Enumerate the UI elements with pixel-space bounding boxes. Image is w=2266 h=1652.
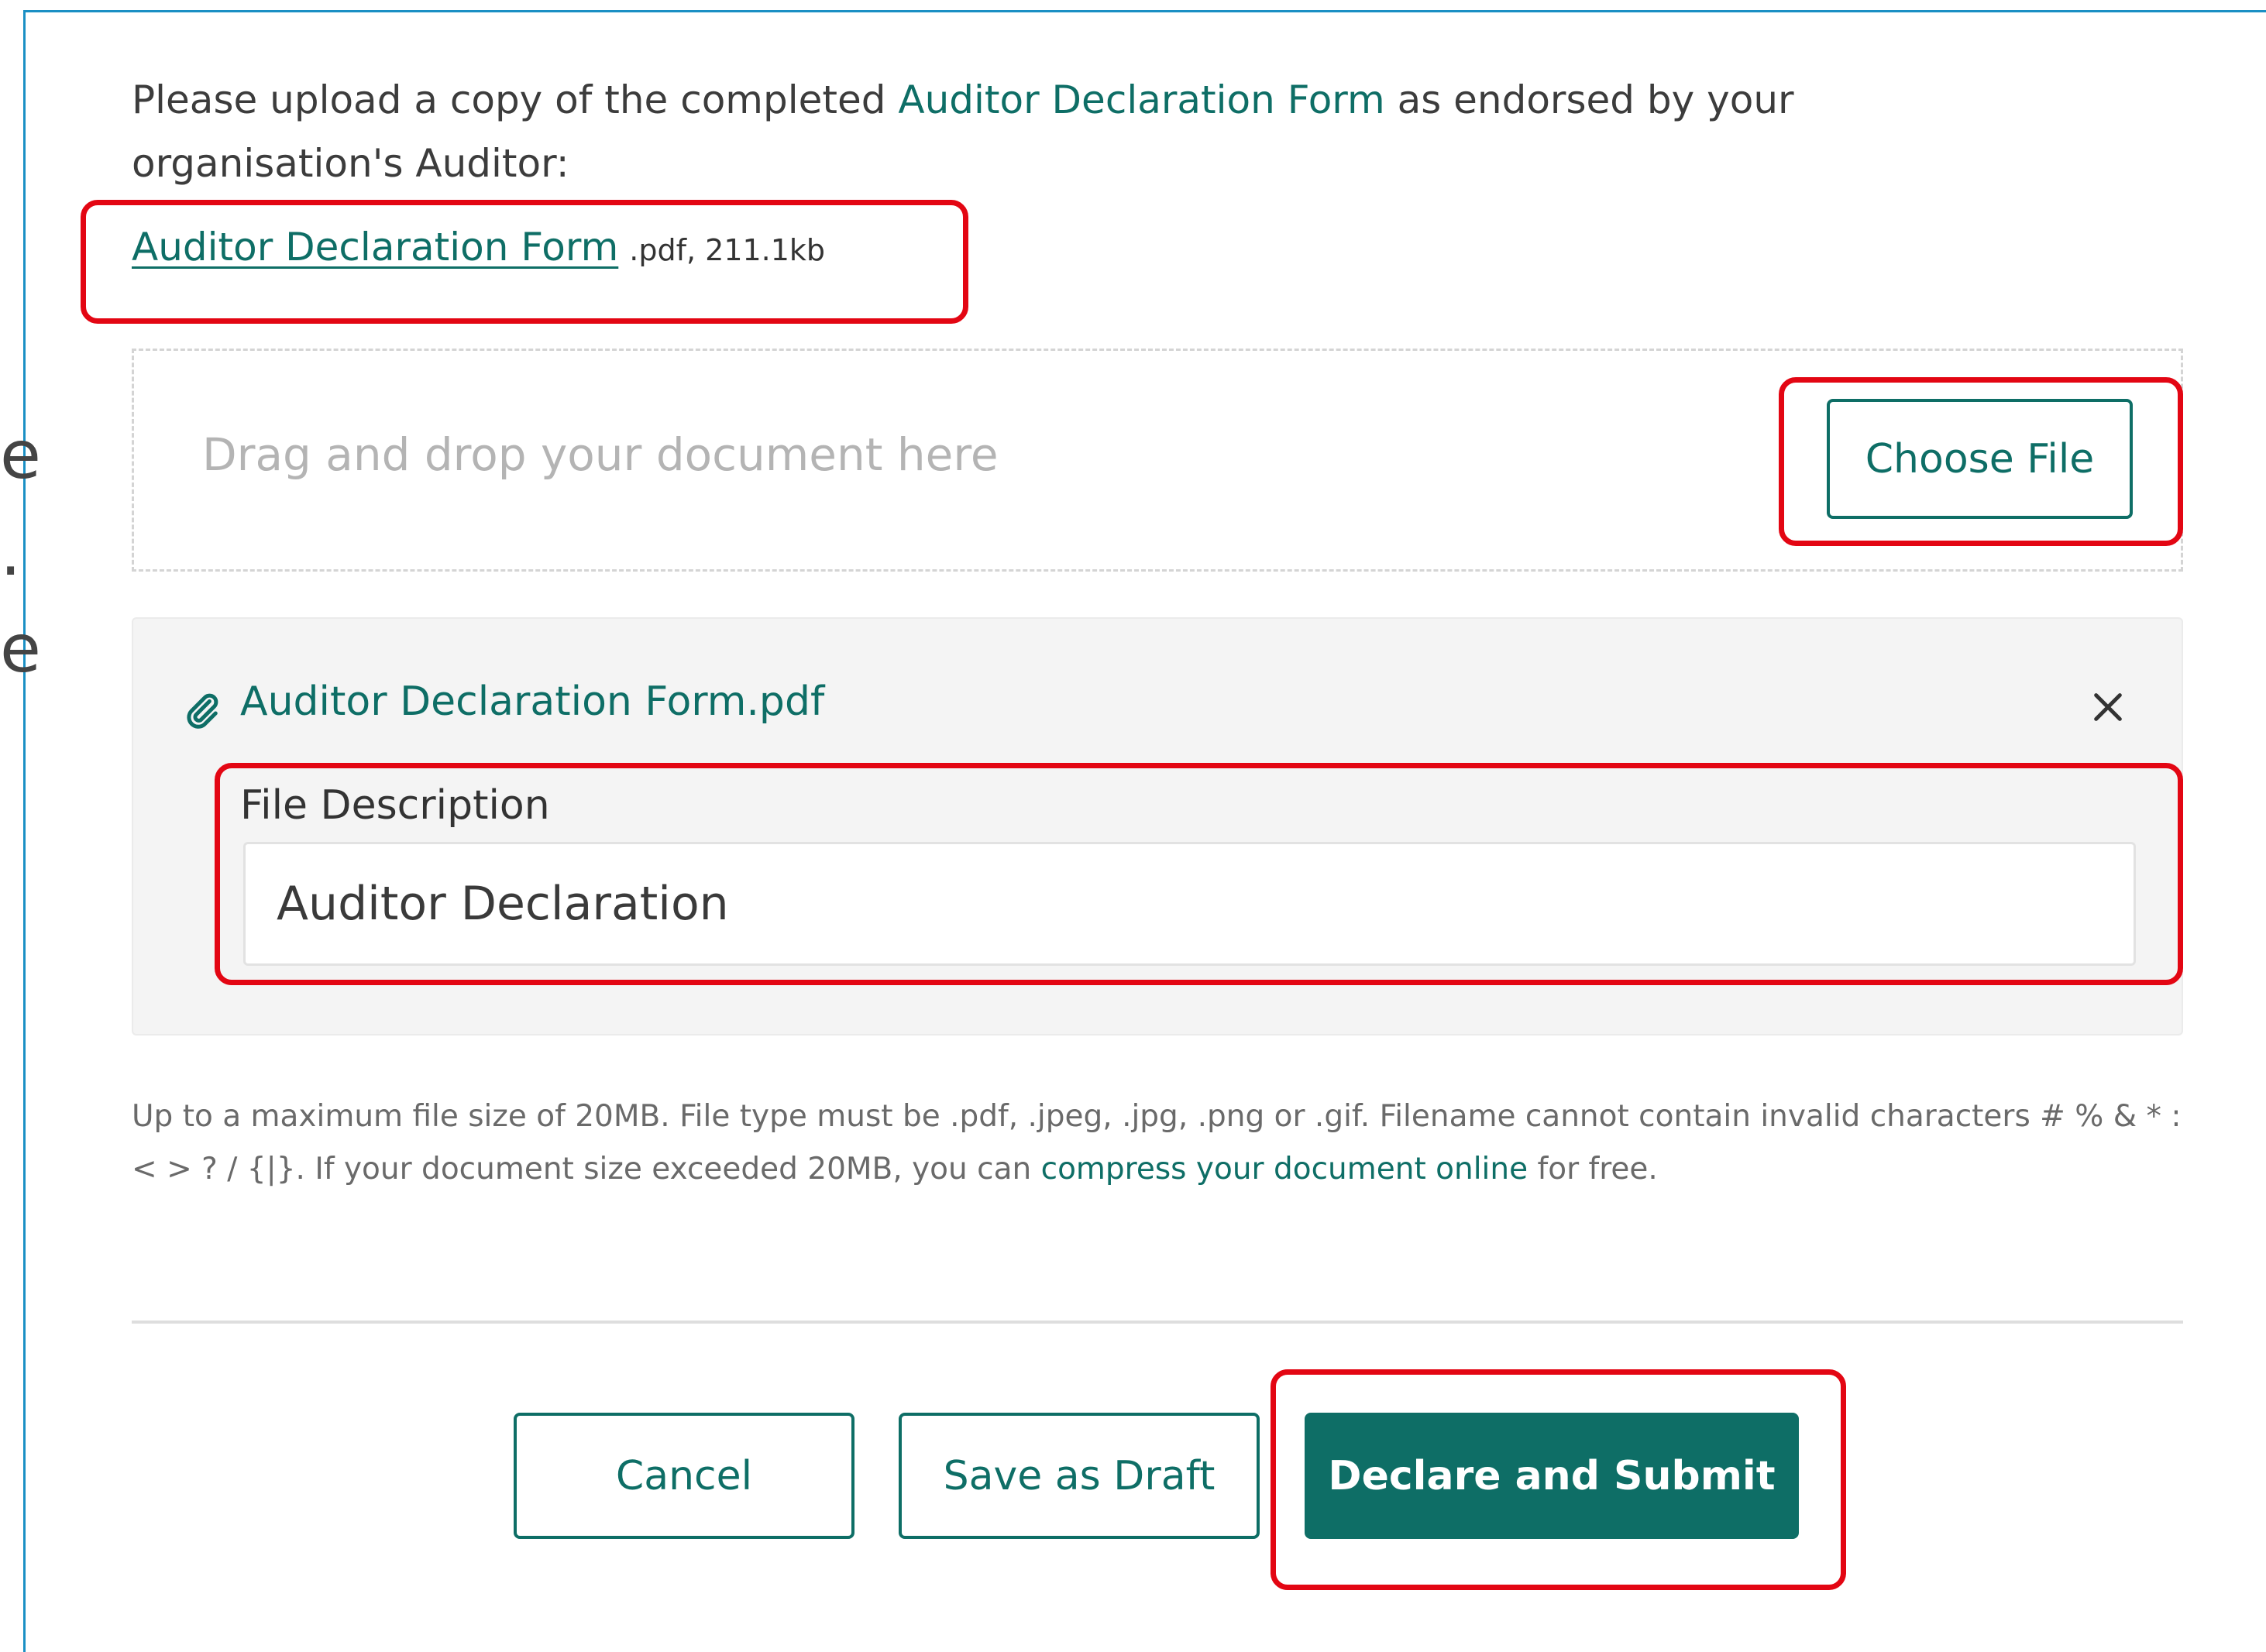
highlight-annotation [1779,377,2183,546]
paperclip-icon [187,693,218,729]
save-as-draft-button[interactable]: Save as Draft [899,1413,1260,1539]
highlight-annotation [215,763,2183,985]
uploaded-file-name: Auditor Declaration Form.pdf [240,678,825,725]
cancel-button[interactable]: Cancel [514,1413,854,1539]
compress-document-link[interactable]: compress your document online [1041,1152,1528,1187]
highlight-annotation [1271,1369,1846,1590]
edge-text-fragment: e [0,610,41,688]
upload-help-text: Up to a maximum file size of 20MB. File … [132,1090,2192,1196]
section-divider [132,1321,2183,1324]
edge-text-fragment: e [0,417,41,494]
close-icon[interactable] [2090,689,2126,725]
instructions-form-name: Auditor Declaration Form [898,77,1385,122]
help-text-suffix: for free. [1528,1152,1658,1187]
instructions-text: Please upload a copy of the completed [132,77,899,122]
edge-text-fragment: . [0,513,22,591]
dropzone-text: Drag and drop your document here [202,428,999,481]
upload-instructions: Please upload a copy of the completed Au… [132,68,2068,195]
highlight-annotation [81,200,968,324]
